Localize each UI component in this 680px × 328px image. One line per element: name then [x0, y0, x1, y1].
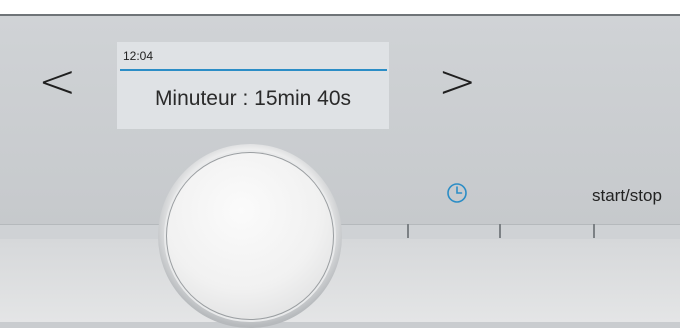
button-divider [593, 224, 595, 238]
button-divider [407, 224, 409, 238]
timer-readout: Minuteur : 15min 40s [154, 87, 352, 110]
start-stop-button[interactable]: start/stop [592, 186, 662, 206]
display-divider [120, 69, 387, 71]
button-divider [499, 224, 501, 238]
display-screen: 12:04 Minuteur : 15min 40s [117, 42, 389, 129]
rotary-knob[interactable] [158, 144, 342, 328]
extra-touch-button[interactable] [595, 225, 680, 239]
knob-face[interactable] [166, 152, 334, 320]
timer-touch-button[interactable] [409, 225, 499, 239]
next-arrow-button[interactable]: > [438, 58, 477, 104]
clock-time: 12:04 [123, 49, 154, 63]
clock-icon[interactable] [446, 182, 468, 204]
prev-arrow-button[interactable]: < [38, 58, 77, 104]
start-stop-touch-button[interactable] [501, 225, 593, 239]
